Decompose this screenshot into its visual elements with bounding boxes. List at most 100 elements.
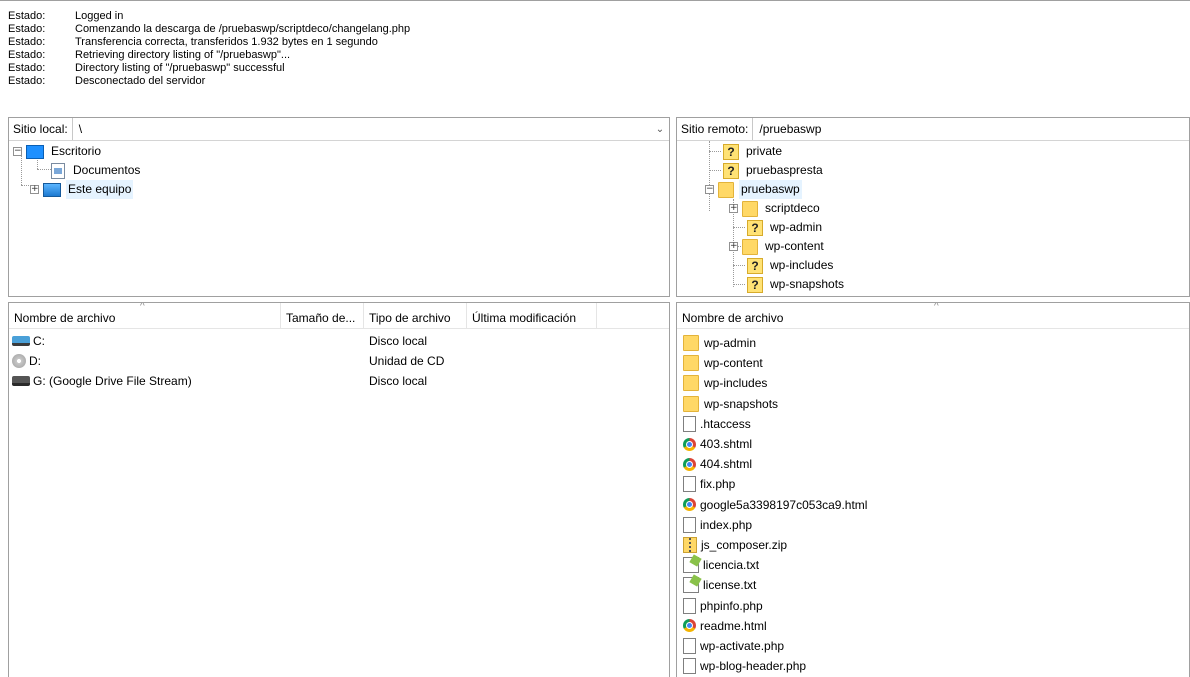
table-row[interactable]: js_composer.zip	[677, 535, 1177, 555]
file-name: fix.php	[700, 477, 736, 492]
file-type: Disco local	[369, 334, 428, 348]
tree-item-escritorio[interactable]: − Escritorio	[13, 142, 103, 161]
tree-item-wp-admin[interactable]: ? wp-admin	[747, 218, 824, 237]
log-message: Transferencia correcta, transferidos 1.9…	[75, 36, 378, 48]
log-label: Estado:	[8, 49, 46, 61]
file-name: 403.shtml	[700, 437, 753, 451]
tree-item-label: private	[746, 144, 783, 158]
expand-icon[interactable]: +	[729, 204, 738, 213]
local-file-list: ^ Nombre de archivo Tamaño de... Tipo de…	[8, 302, 670, 677]
tree-item-label: Escritorio	[51, 144, 102, 158]
log-label: Estado:	[8, 10, 46, 22]
file-name: wp-content	[704, 356, 763, 371]
table-row[interactable]: C: Disco local	[9, 331, 659, 351]
file-name: C:	[33, 334, 45, 348]
remote-site-label: Sitio remoto:	[677, 118, 754, 140]
table-row[interactable]: wp-snapshots	[677, 394, 1177, 414]
column-header-size[interactable]: Tamaño de...	[281, 303, 364, 329]
file-name: .htaccess	[700, 416, 751, 431]
local-list-header: ^ Nombre de archivo Tamaño de... Tipo de…	[9, 303, 669, 329]
table-row[interactable]: .htaccess	[677, 414, 1177, 434]
file-name: G: (Google Drive File Stream)	[33, 374, 192, 388]
tree-item-label: Documentos	[73, 163, 141, 177]
table-row[interactable]: wp-blog-header.php	[677, 656, 1177, 676]
file-name: wp-blog-header.php	[700, 659, 807, 674]
drive-icon	[12, 376, 30, 386]
remote-site-input[interactable]: /pruebaswp	[753, 118, 1189, 140]
table-row[interactable]: wp-content	[677, 353, 1177, 373]
remote-list-header: ^ Nombre de archivo	[677, 303, 1189, 329]
table-row[interactable]: google5a3398197c053ca9.html	[677, 495, 1177, 515]
tree-item-documentos[interactable]: Documentos	[51, 161, 142, 180]
log-message: Directory listing of "/pruebaswp" succes…	[75, 62, 285, 74]
table-row[interactable]: D: Unidad de CD	[9, 351, 659, 371]
zip-icon	[683, 537, 697, 553]
tree-item-wp-snapshots[interactable]: ? wp-snapshots	[747, 275, 846, 294]
tree-item-pruebaswp[interactable]: − pruebaswp	[705, 180, 802, 199]
log-label: Estado:	[8, 23, 46, 35]
text-file-icon	[683, 577, 699, 594]
unknown-folder-icon: ?	[723, 143, 739, 160]
file-name: js_composer.zip	[701, 538, 788, 552]
tree-item-este-equipo[interactable]: + Este equipo	[30, 180, 134, 199]
column-header-modified[interactable]: Última modificación	[467, 303, 597, 329]
tree-item-label: wp-snapshots	[770, 277, 845, 291]
table-row[interactable]: phpinfo.php	[677, 596, 1177, 616]
computer-icon	[43, 182, 61, 197]
log-label: Estado:	[8, 36, 46, 48]
chevron-down-icon[interactable]: ⌄	[651, 124, 669, 135]
folder-icon	[742, 238, 758, 255]
column-header-name[interactable]: Nombre de archivo	[9, 303, 281, 329]
tree-item-label: scriptdeco	[765, 201, 820, 215]
tree-item-private[interactable]: ? private	[723, 142, 784, 161]
file-name: readme.html	[700, 618, 767, 633]
expand-icon[interactable]: +	[30, 185, 39, 194]
file-name: D:	[29, 354, 41, 368]
remote-file-list: ^ Nombre de archivo wp-admin wp-content wp…	[676, 302, 1190, 677]
file-type: Disco local	[369, 374, 428, 388]
table-row[interactable]: index.php	[677, 515, 1177, 535]
collapse-icon[interactable]: −	[705, 185, 714, 194]
tree-item-scriptdeco[interactable]: + scriptdeco	[729, 199, 822, 218]
collapse-icon[interactable]: −	[13, 147, 22, 156]
tree-item-label: wp-includes	[770, 258, 834, 272]
tree-item-wp-content[interactable]: + wp-content	[729, 237, 826, 256]
tree-item-pruebaspresta[interactable]: ? pruebaspresta	[723, 161, 825, 180]
unknown-folder-icon: ?	[747, 276, 763, 293]
file-icon	[683, 516, 696, 533]
table-row[interactable]: G: (Google Drive File Stream) Disco loca…	[9, 371, 659, 391]
file-name: license.txt	[703, 578, 757, 593]
column-header-type[interactable]: Tipo de archivo	[364, 303, 467, 329]
file-name: wp-admin	[704, 336, 757, 350]
table-row[interactable]: license.txt	[677, 575, 1177, 595]
local-tree: − Escritorio Documentos + Este equipo	[9, 141, 669, 291]
file-icon	[683, 658, 696, 675]
text-file-icon	[683, 557, 699, 574]
folder-icon	[683, 335, 699, 351]
local-tree-panel: Sitio local: \ ⌄ − Escritorio Documentos…	[8, 117, 670, 297]
unknown-folder-icon: ?	[747, 219, 763, 236]
table-row[interactable]: wp-admin	[677, 333, 1177, 353]
unknown-folder-icon: ?	[723, 162, 739, 179]
table-row[interactable]: wp-includes	[677, 373, 1177, 393]
log-entry: Estado: Comenzando la descarga de /prueba…	[8, 23, 1190, 36]
table-row[interactable]: readme.html	[677, 616, 1177, 636]
log-entry: Estado: Retrieving directory listing of "…	[8, 49, 1190, 62]
table-row[interactable]: wp-activate.php	[677, 636, 1177, 656]
log-label: Estado:	[8, 62, 46, 74]
expand-icon[interactable]: +	[729, 242, 738, 251]
desktop-icon	[26, 144, 44, 159]
table-row[interactable]: 404.shtml	[677, 454, 1177, 474]
tree-item-label: wp-admin	[770, 220, 823, 234]
remote-site-bar: Sitio remoto: /pruebaswp	[677, 118, 1189, 141]
tree-item-wp-includes[interactable]: ? wp-includes	[747, 256, 835, 275]
column-header-name[interactable]: Nombre de archivo	[677, 303, 1189, 329]
message-log[interactable]: Estado: Logged in Estado: Comenzando la de…	[0, 0, 1190, 112]
table-row[interactable]: fix.php	[677, 474, 1177, 494]
log-message: Retrieving directory listing of "/prueba…	[75, 49, 291, 61]
table-row[interactable]: 403.shtml	[677, 434, 1177, 454]
table-row[interactable]: licencia.txt	[677, 555, 1177, 575]
local-site-input[interactable]: \	[73, 118, 651, 140]
folder-icon	[683, 355, 699, 372]
file-name: wp-activate.php	[700, 639, 785, 653]
